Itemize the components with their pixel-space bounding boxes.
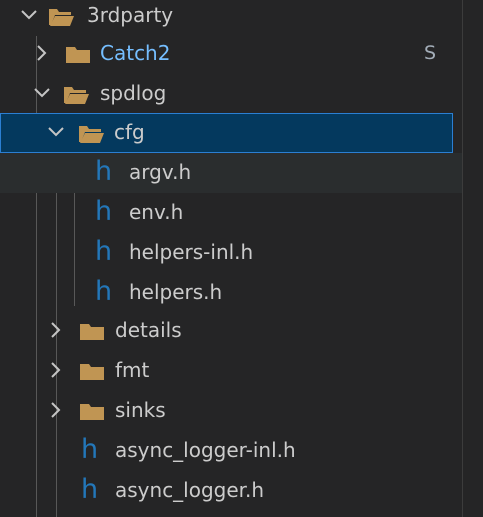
folder-icon xyxy=(78,391,106,431)
tree-folder-spdlog[interactable]: spdlog xyxy=(0,74,462,114)
file-explorer-tree: 3rdparty Catch2 S spdlog cfg h argv.h h … xyxy=(0,0,483,517)
tree-file-async-logger-h[interactable]: h async_logger.h xyxy=(0,471,462,511)
tree-item-label: spdlog xyxy=(100,81,167,105)
tree-folder-cfg[interactable]: cfg xyxy=(0,113,453,153)
tree-item-label: helpers.h xyxy=(129,280,223,304)
folder-icon xyxy=(78,351,106,391)
h-file-icon: h xyxy=(81,434,99,465)
h-file-icon: h xyxy=(95,196,113,227)
tree-file-helpers-h[interactable]: h helpers.h xyxy=(0,273,462,313)
folder-icon xyxy=(64,34,92,74)
tree-item-label: env.h xyxy=(129,200,184,224)
tree-item-label: sinks xyxy=(115,398,166,422)
h-file-icon: h xyxy=(95,156,113,187)
chevron-right-icon xyxy=(46,311,66,351)
tree-folder-catch2[interactable]: Catch2 S xyxy=(0,34,462,74)
tree-item-label: async_logger-inl.h xyxy=(115,438,296,462)
h-file-icon: h xyxy=(95,276,113,307)
chevron-down-icon xyxy=(19,0,39,36)
tree-folder-sinks[interactable]: sinks xyxy=(0,391,462,431)
tree-folder-3rdparty[interactable]: 3rdparty xyxy=(0,0,462,36)
chevron-right-icon xyxy=(46,351,66,391)
h-file-icon: h xyxy=(81,474,99,505)
chevron-right-icon xyxy=(46,391,66,431)
folder-open-icon xyxy=(77,113,105,153)
tree-item-label: 3rdparty xyxy=(87,3,174,27)
folder-icon xyxy=(78,311,106,351)
tree-item-label: argv.h xyxy=(129,160,192,184)
chevron-right-icon xyxy=(32,34,52,74)
folder-open-icon xyxy=(62,74,90,114)
chevron-down-icon xyxy=(32,74,52,114)
tree-file-argv-h[interactable]: h argv.h xyxy=(0,153,462,193)
tree-item-label: fmt xyxy=(115,358,150,382)
tree-folder-fmt[interactable]: fmt xyxy=(0,351,462,391)
tree-item-label: helpers-inl.h xyxy=(129,240,254,264)
tree-item-label: async_logger.h xyxy=(115,478,265,502)
tree-item-label: details xyxy=(115,318,182,342)
tree-item-label: Catch2 xyxy=(100,41,171,65)
chevron-down-icon xyxy=(46,113,66,153)
folder-open-icon xyxy=(47,0,75,36)
git-status-badge: S xyxy=(423,42,436,64)
tree-file-async-logger-inl-h[interactable]: h async_logger-inl.h xyxy=(0,431,462,471)
tree-folder-details[interactable]: details xyxy=(0,311,462,351)
panel-border xyxy=(462,0,463,517)
tree-item-label: cfg xyxy=(114,120,145,144)
tree-file-env-h[interactable]: h env.h xyxy=(0,193,462,233)
h-file-icon: h xyxy=(95,236,113,267)
tree-file-helpers-inl-h[interactable]: h helpers-inl.h xyxy=(0,233,462,273)
